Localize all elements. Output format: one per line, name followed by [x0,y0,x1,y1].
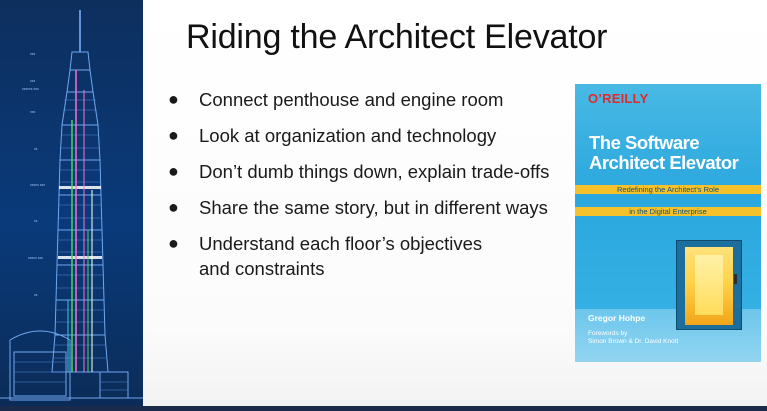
book-forewords: Forewords by Simon Brown & Dr. David Kno… [588,330,678,346]
forewords-label: Forewords by [588,330,628,337]
svg-text:xxxxx xxx: xxxxx xxx [28,256,43,260]
book-cover-image: O’REILLY The Software Architect Elevator… [575,84,761,362]
svg-text:xxxxxx xxx: xxxxxx xxx [22,87,39,91]
bullet-marker: ● [168,197,179,217]
bullet-text-line1: Understand each floor’s objectives [199,233,483,254]
book-subtitle-line2: in the Digital Enterprise [629,207,707,216]
svg-text:xxxxx xxx: xxxxx xxx [30,183,45,187]
publisher-logo: O’REILLY [588,91,649,106]
bullet-text: Connect penthouse and engine room [199,89,504,110]
bullet-text-line2: and constraints [199,258,325,279]
bullet-marker: ● [168,89,179,109]
bullet-item: ● Look at organization and technology [168,123,573,148]
book-author: Gregor Hohpe [588,313,646,323]
elevator-icon [676,240,742,330]
bullet-text: Don’t dumb things down, explain trade-of… [199,161,550,182]
slide: xxx xxx xxxxxx xxx xxx xx xxxxx xxx xx xxxxx … [0,0,767,411]
svg-text:xx: xx [34,219,38,223]
bullet-marker: ● [168,161,179,181]
bullet-text: Look at organization and technology [199,125,497,146]
elevator-door [685,247,733,325]
svg-text:xxx: xxx [30,79,36,83]
elevator-light [695,255,723,315]
bottom-strip [0,406,767,411]
bullet-marker: ● [168,125,179,145]
bullet-item: ● Connect penthouse and engine room [168,87,573,112]
svg-text:xx: xx [34,293,38,297]
book-title-line1: The Software [589,132,700,153]
bullet-item: ● Don’t dumb things down, explain trade-… [168,159,573,184]
svg-text:xxx: xxx [30,52,36,56]
bullet-text: Share the same story, but in different w… [199,197,548,218]
bullet-marker: ● [168,233,179,253]
svg-text:xx: xx [34,147,38,151]
book-title-line2: Architect Elevator [589,152,739,173]
bullet-item: ● Share the same story, but in different… [168,195,573,220]
tower-blueprint-image: xxx xxx xxxxxx xxx xxx xx xxxxx xxx xx xxxxx … [0,0,143,406]
svg-text:xxx: xxx [30,110,36,114]
slide-title: Riding the Architect Elevator [186,18,608,56]
bullet-item: ● Understand each floor’s objectives and… [168,231,573,281]
book-subtitle-line1: Redefining the Architect’s Role [616,185,719,194]
bullet-list: ● Connect penthouse and engine room ● Lo… [168,87,573,292]
book-title: The Software Architect Elevator [589,133,754,173]
forewords-names: Simon Brown & Dr. David Knott [588,338,679,345]
elevator-button-panel-icon [734,274,737,284]
taipei-101-blueprint-icon: xxxxxxxxxxxx xxx xxxxxxxxxx xxx xxxxxxx … [0,10,143,401]
